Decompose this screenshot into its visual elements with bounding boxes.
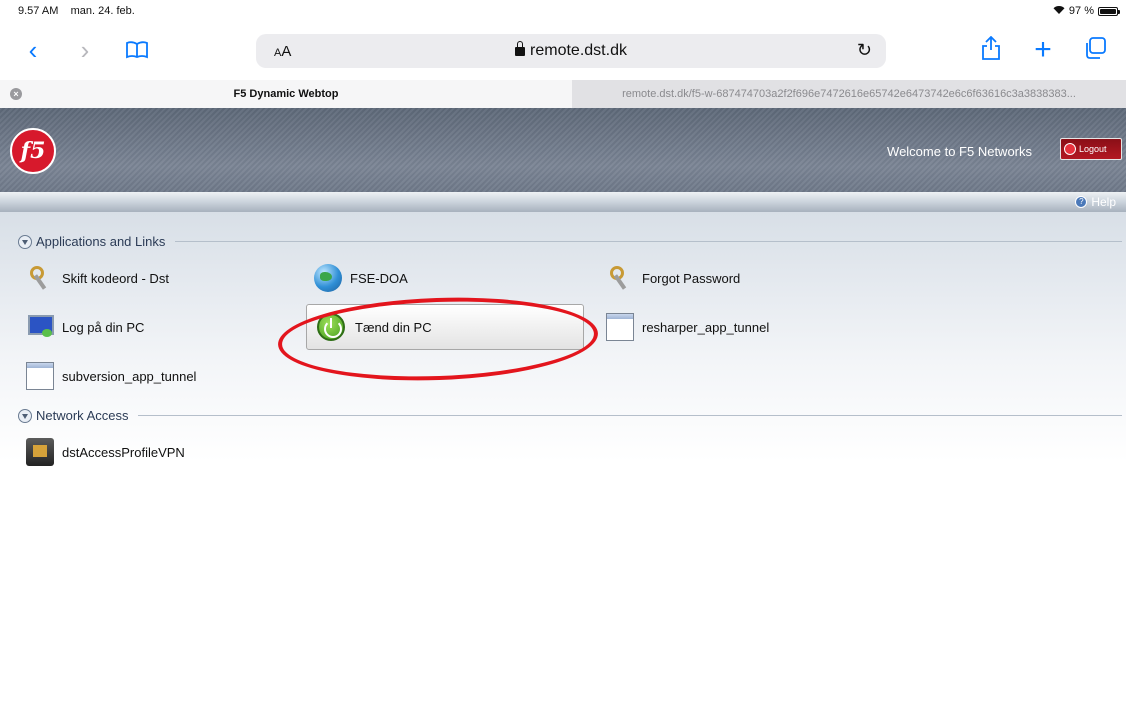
battery-icon [1098, 6, 1120, 16]
app-label: resharper_app_tunnel [642, 319, 770, 335]
tab-f5-webtop[interactable]: × F5 Dynamic Webtop [0, 80, 572, 108]
url-display[interactable]: remote.dst.dk [256, 41, 886, 60]
app-taend-din-pc[interactable]: Tænd din PC [306, 304, 584, 350]
logout-button[interactable]: Logout [1060, 138, 1122, 160]
close-tab-icon[interactable]: × [10, 88, 22, 100]
network-vpn-item[interactable]: dstAccessProfileVPN [26, 436, 185, 468]
f5-header: f5 Welcome to F5 Networks Logout [0, 108, 1126, 192]
app-forgot-password[interactable]: Forgot Password [606, 262, 740, 294]
app-window-icon [606, 313, 634, 341]
status-bar: 9.57 AM man. 24. feb. 97 % [0, 0, 1126, 22]
app-label: Log på din PC [62, 319, 145, 335]
vpn-icon [26, 438, 54, 466]
remote-pc-icon [26, 313, 54, 341]
reload-button[interactable]: ↻ [857, 40, 872, 61]
help-bar: ? Help [0, 192, 1126, 212]
status-time: 9.57 AM [18, 5, 59, 17]
help-icon: ? [1075, 196, 1088, 208]
app-window-icon [26, 362, 54, 390]
network-label: dstAccessProfileVPN [62, 444, 185, 460]
app-label: Forgot Password [642, 270, 741, 286]
webtop-content: Applications and Links Skift kodeord - D… [0, 212, 1126, 466]
section-title: Network Access [36, 408, 129, 423]
tabs-button[interactable] [1080, 36, 1110, 64]
url-text: remote.dst.dk [530, 42, 627, 59]
status-right: 97 % [1053, 5, 1120, 17]
power-off-icon [1064, 143, 1076, 155]
app-log-paa-din-pc[interactable]: Log på din PC [26, 311, 144, 343]
tabs-icon [1084, 37, 1106, 63]
collapse-icon[interactable] [18, 234, 32, 249]
battery-percent: 97 % [1068, 5, 1094, 17]
collapse-icon[interactable] [18, 408, 32, 423]
lock-icon [515, 41, 526, 56]
keys-icon [26, 264, 54, 292]
globe-icon [314, 264, 342, 292]
app-subversion-tunnel[interactable]: subversion_app_tunnel [26, 360, 196, 392]
bookmarks-button[interactable] [122, 36, 152, 64]
welcome-text: Welcome to F5 Networks [887, 144, 1032, 159]
network-section-header[interactable]: Network Access [18, 408, 1122, 423]
app-label: Skift kodeord - Dst [62, 270, 169, 286]
app-label: subversion_app_tunnel [62, 368, 197, 384]
new-tab-button[interactable]: + [1028, 35, 1058, 65]
share-icon [982, 35, 1000, 64]
app-label: FSE-DOA [350, 270, 408, 286]
forward-button[interactable]: › [70, 36, 100, 64]
f5-logo: f5 [10, 128, 56, 174]
help-link[interactable]: ? Help [1075, 195, 1116, 209]
app-skift-kodeord[interactable]: Skift kodeord - Dst [26, 262, 169, 294]
tab-title: F5 Dynamic Webtop [233, 88, 339, 100]
back-button[interactable]: ‹ [18, 36, 48, 64]
book-icon [126, 37, 148, 63]
app-fse-doa[interactable]: FSE-DOA [314, 262, 408, 294]
tab-bar: × F5 Dynamic Webtop remote.dst.dk/f5-w-6… [0, 80, 1126, 108]
power-icon [317, 313, 345, 341]
section-title: Applications and Links [36, 234, 166, 249]
address-bar[interactable]: AA remote.dst.dk ↻ [256, 34, 886, 68]
help-label: Help [1091, 195, 1116, 209]
app-label: Tænd din PC [355, 319, 432, 335]
tab-title: remote.dst.dk/f5-w-687474703a2f2f696e747… [622, 88, 1076, 100]
share-button[interactable] [976, 35, 1006, 64]
status-left: 9.57 AM man. 24. feb. [18, 5, 135, 17]
app-resharper-tunnel[interactable]: resharper_app_tunnel [606, 311, 769, 343]
browser-toolbar: ‹ › AA remote.dst.dk ↻ + [0, 22, 1126, 78]
status-date: man. 24. feb. [70, 5, 135, 17]
wifi-icon [1053, 5, 1065, 17]
logout-label: Logout [1079, 144, 1107, 154]
keys-icon [606, 264, 634, 292]
applications-section-header[interactable]: Applications and Links [18, 234, 1122, 249]
tab-remote-url[interactable]: remote.dst.dk/f5-w-687474703a2f2f696e747… [572, 80, 1126, 108]
